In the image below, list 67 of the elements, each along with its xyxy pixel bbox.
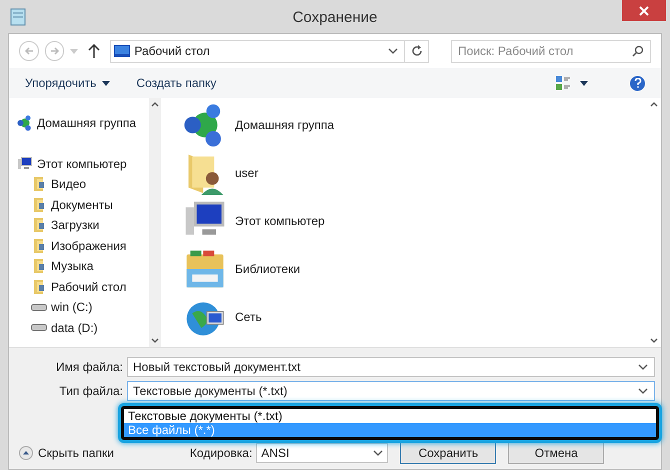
chevron-down-icon: [638, 364, 648, 370]
file-name-field[interactable]: Новый текстовый документ.txt: [127, 357, 655, 377]
sidebar-item[interactable]: Видео: [17, 174, 149, 194]
notepad-icon: [10, 8, 26, 26]
search-icon: [632, 44, 644, 56]
file-item[interactable]: user: [183, 150, 647, 196]
file-type-option[interactable]: Текстовые документы (*.txt): [124, 409, 656, 423]
search-field[interactable]: Поиск: Рабочий стол: [451, 40, 652, 62]
file-item[interactable]: Домашняя группа: [183, 102, 647, 148]
folder-icon: [31, 238, 47, 254]
sidebar-item[interactable]: Документы: [17, 194, 149, 215]
chevron-down-icon: [373, 450, 384, 456]
drive-icon: [31, 304, 47, 311]
sidebar-item[interactable]: Домашняя группа: [17, 112, 149, 133]
scroll-down-icon: [650, 338, 658, 343]
refresh-icon: [410, 45, 423, 57]
forward-arrow-icon: [50, 46, 60, 56]
help-button[interactable]: [630, 76, 645, 90]
dropdown-caret-icon: [70, 48, 78, 54]
help-icon: [634, 78, 642, 88]
chevron-down-icon: [638, 388, 648, 394]
view-list-icon: [556, 76, 570, 90]
encoding-dropdown[interactable]: ANSI: [256, 443, 388, 463]
sidebar-item[interactable]: Этот компьютер: [17, 153, 149, 174]
drive-icon: [31, 324, 47, 332]
sidebar-item[interactable]: Загрузки: [17, 215, 149, 236]
organize-button[interactable]: Упорядочить: [25, 74, 110, 92]
folder-icon: [31, 176, 47, 192]
field-label: Имя файла:: [55, 359, 124, 376]
save-button[interactable]: Сохранить: [400, 442, 496, 464]
computer-icon: [17, 156, 33, 172]
address-bar[interactable]: Рабочий стол: [110, 40, 430, 62]
window-title: Сохранение: [292, 8, 378, 28]
caret-icon: [102, 80, 110, 86]
file-item[interactable]: Сеть: [183, 294, 647, 340]
sidebar-item[interactable]: win (C:): [17, 297, 149, 318]
new-folder-button[interactable]: Создать папку: [136, 74, 216, 92]
back-arrow-icon: [24, 46, 34, 56]
scroll-up-icon: [650, 102, 658, 107]
file-item[interactable]: Этот компьютер: [183, 198, 647, 244]
sidebar-scrollbar[interactable]: [149, 98, 161, 347]
sidebar-item[interactable]: Рабочий стол: [17, 276, 149, 297]
scroll-up-icon: [151, 102, 159, 107]
homegroup-icon: [17, 114, 33, 130]
file-item[interactable]: Библиотеки: [183, 246, 647, 292]
folder-icon: [31, 278, 47, 295]
chevron-down-icon: [388, 48, 398, 54]
sidebar-item[interactable]: Музыка: [17, 256, 149, 276]
address-path: Рабочий стол: [134, 43, 211, 60]
cancel-button[interactable]: Отмена: [508, 442, 604, 464]
view-options-button[interactable]: [556, 76, 588, 90]
field-label: Тип файла:: [58, 383, 124, 400]
caret-icon: [580, 80, 588, 86]
collapse-up-icon: [19, 446, 33, 460]
hide-folders-button[interactable]: Скрыть папки: [19, 444, 114, 462]
up-arrow-icon: [88, 44, 100, 58]
file-type-dropdown[interactable]: Текстовые документы (*.txt): [127, 381, 655, 401]
scroll-down-icon: [151, 338, 159, 343]
folder-icon: [31, 258, 47, 274]
encoding-label: Кодировка:: [190, 445, 252, 462]
folder-icon: [31, 196, 47, 213]
sidebar-item[interactable]: Изображения: [17, 236, 149, 256]
desktop-icon: [114, 45, 130, 57]
sidebar-item[interactable]: data (D:): [17, 318, 149, 338]
folder-icon: [31, 217, 47, 234]
close-icon: [639, 6, 649, 16]
close-button[interactable]: [622, 0, 666, 21]
